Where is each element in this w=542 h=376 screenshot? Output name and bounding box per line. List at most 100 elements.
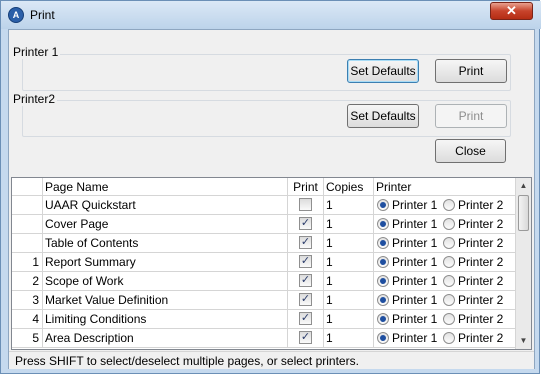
page-name[interactable]: Market Value Definition [43, 291, 288, 309]
scroll-thumb[interactable] [518, 195, 529, 231]
printer2-option-label: Printer 2 [458, 198, 504, 212]
printer-cell: Printer 1 Printer 2 [374, 291, 517, 309]
printer1-radio[interactable] [377, 218, 389, 230]
printer2-radio[interactable] [443, 218, 455, 230]
copies-value[interactable]: 1 [324, 253, 374, 271]
printer-cell: Printer 1 Printer 2 [374, 196, 517, 214]
table-row[interactable]: Table of Contents ✓ 1 Printer 1 Printer 2 [12, 234, 517, 253]
table-row[interactable]: 3 Market Value Definition ✓ 1 Printer 1 Print… [12, 291, 517, 310]
printer1-label: Printer 1 [11, 45, 61, 59]
print-cell: ✓ [288, 234, 324, 252]
printer1-radio[interactable] [377, 313, 389, 325]
page-name[interactable]: Table of Contents [43, 234, 288, 252]
close-window-button[interactable]: ✕ [490, 2, 533, 20]
close-button[interactable]: Close [435, 139, 506, 163]
print-checkbox[interactable]: ✓ [299, 312, 312, 325]
copies-value[interactable]: 1 [324, 234, 374, 252]
table-row[interactable]: 2 Scope of Work ✓ 1 Printer 1 Printer 2 [12, 272, 517, 291]
printer1-print-button[interactable]: Print [435, 59, 507, 83]
row-number: 4 [12, 310, 43, 328]
print-cell: ✓ [288, 253, 324, 271]
table-row[interactable]: 1 Report Summary ✓ 1 Printer 1 Printer 2 [12, 253, 517, 272]
table-row[interactable]: UAAR Quickstart 1 Printer 1 Printer 2 [12, 196, 517, 215]
printer2-option-label: Printer 2 [458, 217, 504, 231]
row-number [12, 234, 43, 252]
printer-cell: Printer 1 Printer 2 [374, 272, 517, 290]
print-checkbox[interactable]: ✓ [299, 331, 312, 344]
printer1-option-label: Printer 1 [392, 255, 438, 269]
app-logo-icon: A [8, 7, 24, 23]
print-cell: ✓ [288, 272, 324, 290]
page-name[interactable]: UAAR Quickstart [43, 196, 288, 214]
print-checkbox[interactable]: ✓ [299, 236, 312, 249]
printer1-option-label: Printer 1 [392, 293, 438, 307]
printer1-radio[interactable] [377, 332, 389, 344]
copies-value[interactable]: 1 [324, 329, 374, 347]
copies-value[interactable]: 1 [324, 215, 374, 233]
printer1-radio[interactable] [377, 237, 389, 249]
printer2-set-defaults-button[interactable]: Set Defaults [347, 104, 419, 128]
print-checkbox[interactable] [299, 198, 312, 211]
printer2-radio[interactable] [443, 294, 455, 306]
print-checkbox[interactable]: ✓ [299, 274, 312, 287]
printer2-radio[interactable] [443, 275, 455, 287]
printer1-option-label: Printer 1 [392, 217, 438, 231]
copies-value[interactable]: 1 [324, 310, 374, 328]
printer2-radio[interactable] [443, 256, 455, 268]
table-row[interactable]: Cover Page ✓ 1 Printer 1 Printer 2 [12, 215, 517, 234]
header-copies[interactable]: Copies [324, 178, 374, 196]
printer2-radio[interactable] [443, 199, 455, 211]
printer1-option-label: Printer 1 [392, 198, 438, 212]
printer1-option-label: Printer 1 [392, 274, 438, 288]
printer1-option-label: Printer 1 [392, 236, 438, 250]
printer2-option-label: Printer 2 [458, 236, 504, 250]
vertical-scrollbar[interactable]: ▲ ▼ [515, 178, 531, 349]
printer2-radio[interactable] [443, 313, 455, 325]
print-checkbox[interactable]: ✓ [299, 293, 312, 306]
dialog-body: Printer 1 Set Defaults Print Printer2 Se… [8, 29, 535, 369]
printer1-radio[interactable] [377, 199, 389, 211]
scroll-down-icon[interactable]: ▼ [516, 333, 531, 349]
page-name[interactable]: Area Description [43, 329, 288, 347]
printer2-option-label: Printer 2 [458, 312, 504, 326]
page-name[interactable]: Limiting Conditions [43, 310, 288, 328]
printer1-radio[interactable] [377, 294, 389, 306]
header-printer[interactable]: Printer [374, 178, 517, 196]
row-number: 5 [12, 329, 43, 347]
row-number [12, 196, 43, 214]
table-row[interactable]: 5 Area Description ✓ 1 Printer 1 Printer 2 [12, 329, 517, 348]
status-bar: Press SHIFT to select/deselect multiple … [9, 351, 534, 369]
print-checkbox[interactable]: ✓ [299, 255, 312, 268]
printer1-radio[interactable] [377, 275, 389, 287]
copies-value[interactable]: 1 [324, 291, 374, 309]
printer2-label: Printer2 [11, 92, 58, 106]
page-name[interactable]: Scope of Work [43, 272, 288, 290]
printer2-radio[interactable] [443, 237, 455, 249]
title-bar[interactable]: A Print ✕ [1, 1, 541, 29]
copies-value[interactable]: 1 [324, 196, 374, 214]
page-name[interactable]: Report Summary [43, 253, 288, 271]
printer1-option-label: Printer 1 [392, 312, 438, 326]
pages-grid: Page Name Print Copies Printer UAAR Quic… [11, 177, 532, 350]
printer2-option-label: Printer 2 [458, 255, 504, 269]
page-name[interactable]: Cover Page [43, 215, 288, 233]
printer-cell: Printer 1 Printer 2 [374, 310, 517, 328]
print-cell: ✓ [288, 291, 324, 309]
print-cell: ✓ [288, 215, 324, 233]
header-page-name[interactable]: Page Name [43, 178, 288, 196]
table-row[interactable]: 4 Limiting Conditions ✓ 1 Printer 1 Printer 2 [12, 310, 517, 329]
header-print[interactable]: Print [288, 178, 324, 196]
copies-value[interactable]: 1 [324, 272, 374, 290]
printer-cell: Printer 1 Printer 2 [374, 215, 517, 233]
printer1-option-label: Printer 1 [392, 331, 438, 345]
printer1-radio[interactable] [377, 256, 389, 268]
header-row-number [12, 178, 43, 196]
printer2-option-label: Printer 2 [458, 274, 504, 288]
printer-cell: Printer 1 Printer 2 [374, 253, 517, 271]
row-number: 3 [12, 291, 43, 309]
print-checkbox[interactable]: ✓ [299, 217, 312, 230]
print-cell: ✓ [288, 329, 324, 347]
printer2-radio[interactable] [443, 332, 455, 344]
printer1-set-defaults-button[interactable]: Set Defaults [347, 59, 419, 83]
scroll-up-icon[interactable]: ▲ [516, 178, 531, 194]
